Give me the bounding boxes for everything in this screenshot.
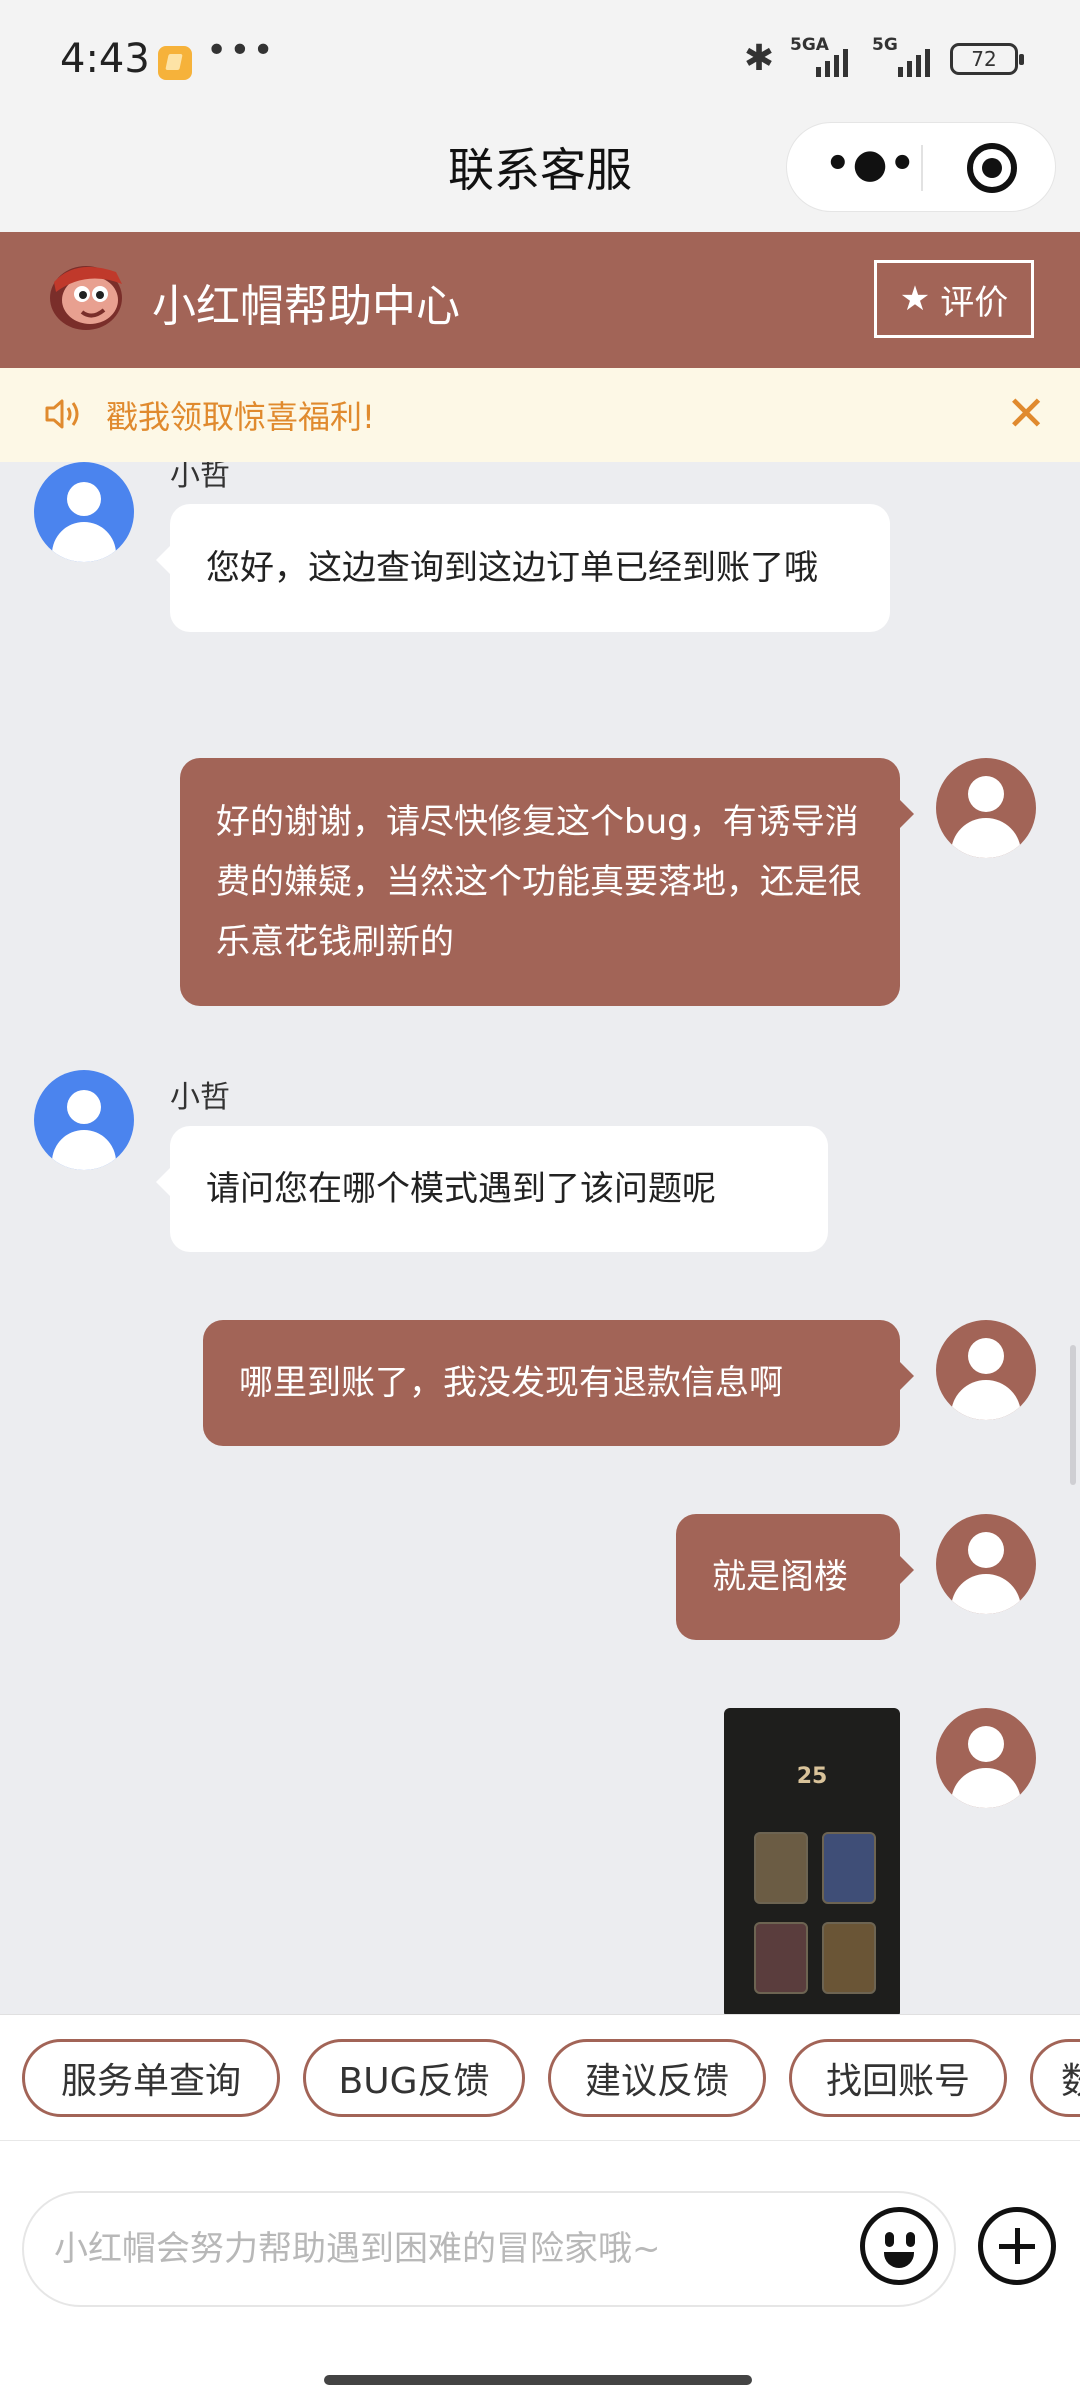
quick-reply-suggestion[interactable]: 建议反馈: [548, 2039, 766, 2117]
user-message-bubble[interactable]: 哪里到账了，我没发现有退款信息啊: [203, 1320, 914, 1446]
star-icon: ★: [899, 279, 931, 319]
miniprogram-capsule: •●•: [786, 122, 1056, 212]
chat-messages[interactable]: 小哲 您好，这边查询到这边订单已经到账了哦 好的谢谢，请尽快修复这个bug，有诱…: [0, 462, 1080, 2014]
home-indicator[interactable]: [324, 2375, 752, 2385]
chat-scrollbar[interactable]: [1070, 1345, 1076, 1485]
agent-message-bubble[interactable]: 您好，这边查询到这边订单已经到账了哦: [156, 504, 890, 632]
help-center-header: 小红帽帮助中心 ★ 评价: [0, 232, 1080, 368]
image-thumbnail-detail: [754, 1832, 808, 1904]
more-menu-icon[interactable]: •●•: [825, 141, 917, 187]
more-notifications-icon: •••: [206, 30, 276, 71]
user-avatar: [936, 758, 1036, 858]
status-icons: ✱ 5GA 5G 72: [743, 35, 1024, 79]
mascot-logo-icon: [50, 266, 122, 330]
quick-reply-bar[interactable]: 服务单查询 BUG反馈 建议反馈 找回账号 数: [0, 2014, 1080, 2140]
status-time: 4:43: [60, 36, 150, 82]
user-image-message[interactable]: 25: [724, 1708, 900, 2014]
user-avatar: [936, 1320, 1036, 1420]
bluetooth-icon: ✱: [743, 38, 774, 79]
rate-button[interactable]: ★ 评价: [874, 260, 1034, 338]
notification-app-icon: [158, 46, 192, 80]
speaker-icon: [45, 399, 79, 429]
close-miniprogram-icon[interactable]: [967, 143, 1017, 193]
capsule-divider: [921, 145, 923, 191]
image-thumbnail-detail: [822, 1832, 876, 1904]
title-bar: 联系客服 •●•: [0, 122, 1080, 232]
quick-reply-recover-account[interactable]: 找回账号: [789, 2039, 1007, 2117]
quick-reply-more[interactable]: 数: [1030, 2039, 1080, 2117]
user-avatar: [936, 1708, 1036, 1808]
user-avatar: [936, 1514, 1036, 1614]
signal-5ga-icon: 5GA: [786, 35, 856, 77]
message-input-bar: 小红帽会努力帮助遇到困难的冒险家哦~: [0, 2140, 1080, 2400]
quick-reply-service-order[interactable]: 服务单查询: [22, 2039, 280, 2117]
image-thumbnail-detail: [754, 1922, 808, 1994]
sender-name: 小哲: [170, 1080, 230, 1115]
image-thumbnail-detail: [822, 1922, 876, 1994]
close-icon[interactable]: ✕: [1006, 386, 1046, 442]
emoji-icon[interactable]: [860, 2207, 938, 2285]
message-input[interactable]: 小红帽会努力帮助遇到困难的冒险家哦~: [22, 2191, 956, 2307]
battery-icon: 72: [950, 42, 1024, 75]
help-center-title: 小红帽帮助中心: [152, 281, 460, 332]
status-bar: 4:43 ••• ✱ 5GA 5G 72: [0, 0, 1080, 122]
quick-reply-bug-feedback[interactable]: BUG反馈: [303, 2039, 525, 2117]
user-message-bubble[interactable]: 就是阁楼: [676, 1514, 914, 1640]
agent-avatar: [34, 1070, 134, 1170]
promo-notice-banner[interactable]: 戳我领取惊喜福利! ✕: [0, 368, 1080, 462]
agent-message-bubble[interactable]: 请问您在哪个模式遇到了该问题呢: [156, 1126, 828, 1252]
add-attachment-icon[interactable]: [978, 2207, 1056, 2285]
sender-name: 小哲: [170, 462, 230, 493]
user-message-bubble[interactable]: 好的谢谢，请尽快修复这个bug，有诱导消费的嫌疑，当然这个功能真要落地，还是很乐…: [180, 758, 914, 1006]
image-thumbnail-detail: 25: [796, 1764, 828, 1789]
notice-text: 戳我领取惊喜福利!: [106, 398, 375, 436]
rate-label: 评价: [940, 282, 1009, 323]
agent-avatar: [34, 462, 134, 562]
signal-5g-icon: 5G: [868, 35, 938, 77]
